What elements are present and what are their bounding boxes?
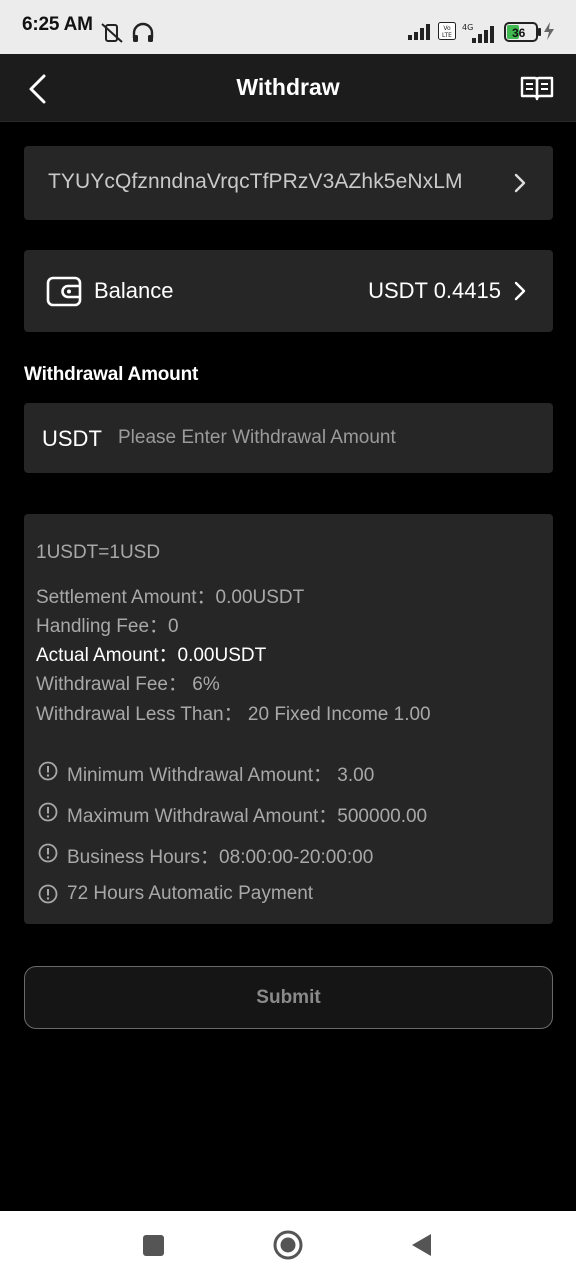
withdrawal-less-than: Withdrawal Less Than： 20 Fixed Income 1.… — [36, 704, 431, 725]
volte-icon: Vo LTE — [438, 22, 456, 40]
battery-level: 36 — [512, 26, 526, 40]
notice-text: Minimum Withdrawal Amount： 3.00 — [67, 765, 375, 786]
charging-icon — [544, 22, 554, 40]
system-nav-bar — [0, 1211, 576, 1280]
signal-icon — [408, 24, 430, 40]
book-icon[interactable] — [520, 73, 554, 103]
balance-value: USDT 0.4415 — [368, 278, 501, 303]
submit-button[interactable]: Submit — [24, 966, 553, 1029]
status-time: 6:25 AM — [22, 14, 93, 35]
withdrawal-fee: Withdrawal Fee： 6% — [36, 674, 220, 695]
signal-4g-icon: 4G — [462, 23, 494, 43]
settlement-amount: Settlement Amount：0.00USDT — [36, 587, 305, 608]
vibrate-off-icon — [101, 23, 123, 43]
currency-label: USDT — [42, 426, 102, 451]
address-selector[interactable]: TYUYcQfznndnaVrqcTfPRzV3AZhk5eNxLM — [24, 146, 553, 220]
exchange-rate: 1USDT=1USD — [36, 542, 161, 563]
app-header: Withdraw — [0, 54, 576, 122]
svg-text:4G: 4G — [462, 23, 473, 32]
svg-text:Vo: Vo — [443, 25, 451, 32]
balance-label: Balance — [94, 278, 174, 303]
headset-icon — [132, 22, 154, 42]
status-bar: 6:25 AM Vo LTE 4G 36 — [0, 0, 576, 54]
withdrawal-amount-heading: Withdrawal Amount — [24, 364, 199, 385]
recent-apps-button[interactable] — [143, 1235, 164, 1256]
wallet-address: TYUYcQfznndnaVrqcTfPRzV3AZhk5eNxLM — [48, 170, 463, 193]
svg-text:LTE: LTE — [442, 32, 452, 39]
chevron-right-icon — [514, 173, 526, 193]
notice-text: Business Hours：08:00:00-20:00:00 — [67, 847, 374, 868]
balance-row[interactable]: Balance USDT 0.4415 — [24, 250, 553, 332]
info-circle-icon — [38, 884, 58, 904]
page-title: Withdraw — [236, 74, 340, 100]
info-circle-icon — [38, 843, 58, 863]
handling-fee: Handling Fee：0 — [36, 616, 179, 637]
notice-text: Maximum Withdrawal Amount：500000.00 — [67, 806, 428, 827]
info-circle-icon — [38, 761, 58, 781]
system-back-button[interactable] — [409, 1232, 433, 1258]
home-button[interactable] — [273, 1230, 303, 1260]
info-circle-icon — [38, 802, 58, 822]
notice-text: 72 Hours Automatic Payment — [67, 883, 314, 904]
actual-amount: Actual Amount：0.00USDT — [36, 645, 267, 666]
withdrawal-amount-input[interactable] — [116, 417, 536, 459]
wallet-icon — [46, 276, 82, 307]
amount-field: USDT — [24, 403, 553, 473]
chevron-right-icon — [514, 281, 526, 301]
withdrawal-info-panel: 1USDT=1USD Settlement Amount：0.00USDT Ha… — [24, 514, 553, 924]
